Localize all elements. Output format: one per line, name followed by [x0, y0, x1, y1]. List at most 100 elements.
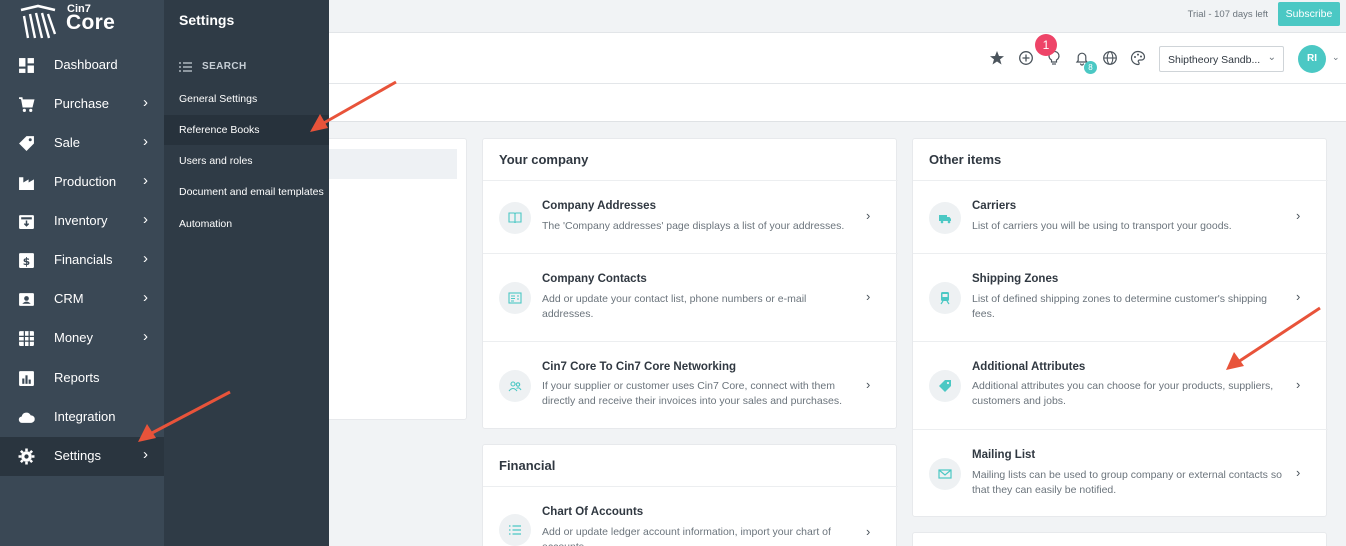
chevron-right-icon: ›	[1296, 289, 1301, 304]
row-title: Additional Attributes	[972, 361, 1086, 373]
report-chart-icon	[19, 371, 34, 386]
nav-label: Money	[54, 330, 94, 345]
chevron-right-icon: ›	[866, 289, 871, 304]
row-description: The 'Company addresses' page displays a …	[542, 220, 845, 232]
row-description: Mailing lists can be used to group compa…	[972, 469, 1282, 496]
nav-label: Dashboard	[54, 57, 118, 72]
chevron-right-icon: ›	[143, 446, 148, 463]
search-label: SEARCH	[202, 61, 247, 72]
flyout-item-users-and-roles[interactable]: Users and roles	[164, 146, 329, 176]
nav-item-reports[interactable]: Reports	[0, 359, 164, 398]
chevron-right-icon: ›	[143, 250, 148, 267]
flyout-item-reference-books[interactable]: Reference Books	[164, 115, 329, 145]
additional-attributes-row[interactable]: Additional Attributes Additional attribu…	[913, 341, 1328, 429]
other-items-card: Other items Carriers List of carriers yo…	[912, 138, 1328, 517]
cin7-networking-row[interactable]: Cin7 Core To Cin7 Core Networking If you…	[483, 341, 898, 429]
flyout-search[interactable]: SEARCH	[179, 58, 319, 78]
company-select[interactable]: Shiptheory Sandb... ⌄	[1159, 46, 1284, 72]
palette-icon[interactable]	[1130, 50, 1146, 66]
train-icon	[929, 282, 961, 314]
nav-item-integration[interactable]: Integration	[0, 398, 164, 437]
nav-label: Sale	[54, 135, 81, 150]
selected-panel-item[interactable]	[329, 149, 457, 179]
chevron-right-icon: ›	[143, 328, 148, 345]
cin7-logo-mark-icon	[20, 4, 57, 39]
book-icon	[499, 202, 531, 234]
chevron-down-icon: ⌄	[1267, 52, 1276, 63]
notification-count-badge: 1	[1035, 34, 1057, 56]
nav-item-sale[interactable]: Sale ›	[0, 124, 164, 163]
avatar-chevron-down-icon[interactable]: ⌄	[1332, 52, 1340, 63]
carriers-row[interactable]: Carriers List of carriers you will be us…	[913, 180, 1328, 253]
nav-label: Reports	[54, 370, 100, 385]
nav-item-production[interactable]: Production ›	[0, 163, 164, 202]
star-icon[interactable]	[989, 50, 1005, 66]
cin7-core-logo[interactable]: Cin7 Core	[18, 2, 148, 40]
nav-item-financials[interactable]: $ Financials ›	[0, 241, 164, 280]
chevron-right-icon: ›	[143, 211, 148, 228]
nav-label: Settings	[54, 448, 101, 463]
company-contacts-row[interactable]: Company Contacts Add or update your cont…	[483, 253, 898, 341]
avatar[interactable]: RI	[1298, 45, 1326, 73]
chevron-right-icon: ›	[866, 208, 871, 223]
nav-item-money[interactable]: Money ›	[0, 319, 164, 358]
nav-label: Integration	[54, 409, 116, 424]
flyout-item-document-templates[interactable]: Document and email templates	[164, 177, 329, 207]
contact-list-icon	[499, 282, 531, 314]
tag-icon	[929, 370, 961, 402]
mail-icon	[929, 458, 961, 490]
factory-icon	[19, 177, 34, 190]
menu-list-icon	[179, 62, 192, 72]
chevron-right-icon: ›	[143, 94, 148, 111]
mailing-list-row[interactable]: Mailing List Mailing lists can be used t…	[913, 429, 1328, 517]
globe-icon[interactable]	[1102, 50, 1118, 66]
shipping-zones-row[interactable]: Shipping Zones List of defined shipping …	[913, 253, 1328, 341]
chart-of-accounts-row[interactable]: Chart Of Accounts Add or update ledger a…	[483, 486, 898, 546]
next-card-partial	[912, 532, 1327, 546]
chevron-right-icon: ›	[143, 172, 148, 189]
row-title: Carriers	[972, 200, 1017, 212]
nav-item-dashboard[interactable]: Dashboard	[0, 46, 164, 85]
row-title: Company Contacts	[542, 273, 647, 285]
chevron-right-icon: ›	[143, 289, 148, 306]
flyout-item-label: Users and roles	[179, 155, 253, 167]
chevron-right-icon: ›	[143, 133, 148, 150]
row-description: List of defined shipping zones to determ…	[972, 293, 1268, 320]
flyout-item-label: General Settings	[179, 93, 258, 105]
flyout-item-label: Document and email templates	[179, 186, 324, 198]
users-icon	[499, 370, 531, 402]
trial-bar: Trial - 107 days left Subscribe	[329, 0, 1346, 33]
row-description: Add or update ledger account information…	[542, 526, 831, 546]
flyout-item-general-settings[interactable]: General Settings	[164, 84, 329, 114]
chevron-right-icon: ›	[866, 524, 871, 539]
company-addresses-row[interactable]: Company Addresses The 'Company addresses…	[483, 180, 898, 253]
financial-card: Financial Chart Of Accounts Add or updat…	[482, 444, 898, 546]
truck-icon	[929, 202, 961, 234]
logo-big-text: Core	[66, 11, 116, 34]
row-description: List of carriers you will be using to tr…	[972, 220, 1232, 232]
row-description: Additional attributes you can choose for…	[972, 380, 1274, 407]
nav-label: Production	[54, 174, 117, 189]
nav-item-inventory[interactable]: Inventory ›	[0, 202, 164, 241]
nav-item-settings[interactable]: Settings ›	[0, 437, 164, 476]
row-title: Company Addresses	[542, 200, 656, 212]
page-subheader	[329, 84, 1346, 122]
flyout-item-automation[interactable]: Automation	[164, 209, 329, 239]
gear-icon	[18, 448, 35, 465]
your-company-card: Your company Company Addresses The 'Comp…	[482, 138, 898, 429]
card-title: Financial	[499, 458, 556, 473]
settings-flyout-menu: Settings SEARCH General Settings Referen…	[164, 0, 329, 546]
trial-days-text: Trial - 107 days left	[1187, 9, 1268, 20]
chevron-right-icon: ›	[1296, 465, 1301, 480]
subscribe-button[interactable]: Subscribe	[1278, 2, 1340, 26]
flyout-item-label: Reference Books	[179, 124, 260, 136]
bell-count-badge: 8	[1084, 61, 1097, 74]
nav-label: CRM	[54, 291, 84, 306]
nav-item-purchase[interactable]: Purchase ›	[0, 85, 164, 124]
cart-icon	[19, 97, 35, 112]
flyout-title: Settings	[179, 12, 235, 28]
nav-item-crm[interactable]: CRM ›	[0, 280, 164, 319]
chevron-right-icon: ›	[1296, 377, 1301, 392]
add-circle-icon[interactable]	[1018, 50, 1034, 66]
chevron-right-icon: ›	[1296, 208, 1301, 223]
